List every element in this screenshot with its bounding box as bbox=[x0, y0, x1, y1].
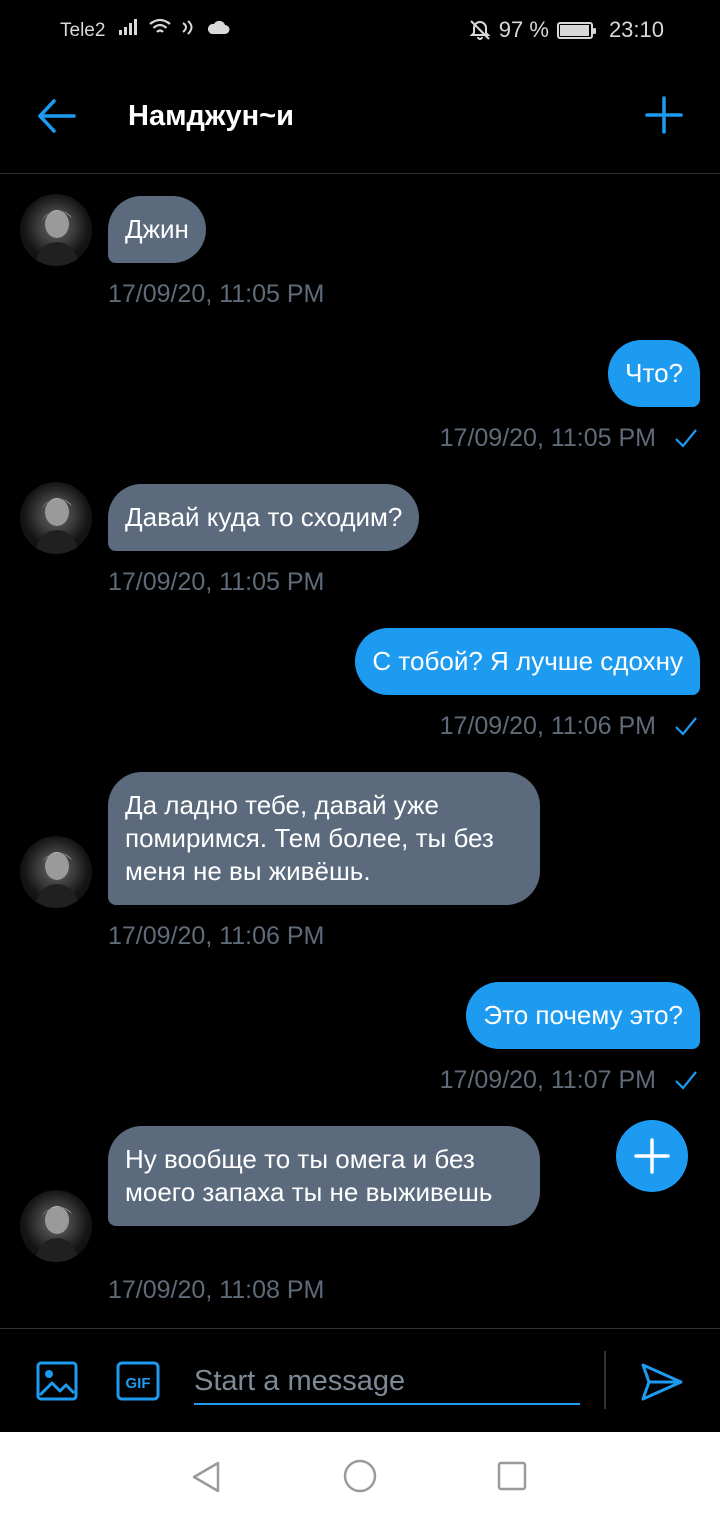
message-bubble-incoming[interactable]: Давай куда то сходим? bbox=[108, 484, 420, 551]
wifi-icon bbox=[149, 18, 171, 33]
battery-fill bbox=[559, 24, 590, 36]
avatar[interactable] bbox=[20, 836, 92, 908]
battery-percent: 97 % bbox=[498, 17, 549, 42]
message-bubble-outgoing[interactable]: С тобой? Я лучше сдохну bbox=[355, 628, 700, 695]
avatar[interactable] bbox=[20, 194, 92, 266]
message-bubble-incoming[interactable]: Ну вообще то ты омега и без моего запаха… bbox=[108, 1126, 540, 1226]
nav-back-icon[interactable] bbox=[190, 1460, 222, 1494]
message-timestamp: 17/09/20, 11:08 PM bbox=[108, 1276, 325, 1304]
status-bar: Tele2 97 % 23:10 bbox=[0, 0, 720, 62]
message-timestamp: 17/09/20, 11:06 PM bbox=[108, 922, 325, 950]
read-check-icon bbox=[675, 1071, 697, 1090]
clock: 23:10 bbox=[608, 17, 664, 42]
message-bubble-incoming[interactable]: Да ладно тебе, давай уже помиримся. Тем … bbox=[108, 772, 540, 905]
message-composer: GIF bbox=[0, 1328, 720, 1432]
cloud-icon bbox=[207, 20, 230, 34]
add-button[interactable] bbox=[644, 95, 684, 135]
avatar[interactable] bbox=[20, 482, 92, 554]
message-input[interactable] bbox=[194, 1359, 580, 1405]
carrier-name: Tele2 bbox=[60, 20, 106, 41]
status-right: 97 % 23:10 bbox=[469, 17, 664, 43]
mute-icon bbox=[469, 20, 491, 40]
arrow-left-icon bbox=[38, 99, 76, 133]
plus-icon bbox=[645, 96, 683, 134]
read-check-icon bbox=[675, 429, 697, 448]
message-timestamp: 17/09/20, 11:07 PM bbox=[439, 1066, 656, 1094]
nfc-icon bbox=[182, 20, 193, 35]
message-timestamp: 17/09/20, 11:05 PM bbox=[439, 424, 656, 452]
image-icon[interactable] bbox=[36, 1361, 78, 1401]
message-timestamp: 17/09/20, 11:05 PM bbox=[108, 280, 325, 308]
avatar-image bbox=[34, 1206, 80, 1262]
message-timestamp: 17/09/20, 11:05 PM bbox=[108, 568, 325, 596]
avatar-image bbox=[34, 210, 80, 266]
gif-button[interactable]: GIF bbox=[116, 1361, 160, 1401]
message-bubble-incoming[interactable]: Джин bbox=[108, 196, 206, 263]
nav-recents-icon[interactable] bbox=[497, 1461, 527, 1491]
conversation-title[interactable]: Намджун~и bbox=[128, 100, 294, 133]
message-timestamp: 17/09/20, 11:06 PM bbox=[439, 712, 656, 740]
back-button[interactable] bbox=[34, 96, 80, 136]
avatar-image bbox=[34, 498, 80, 554]
gif-label: GIF bbox=[126, 1375, 151, 1392]
avatar[interactable] bbox=[20, 1190, 92, 1262]
status-icons bbox=[118, 18, 230, 36]
send-icon[interactable] bbox=[640, 1361, 684, 1403]
gif-icon: GIF bbox=[116, 1361, 160, 1401]
read-check-icon bbox=[675, 717, 697, 736]
composer-divider bbox=[604, 1351, 606, 1409]
nav-home-icon[interactable] bbox=[343, 1459, 377, 1493]
message-bubble-outgoing[interactable]: Это почему это? bbox=[466, 982, 700, 1049]
conversation-header: Намджун~и bbox=[0, 62, 720, 174]
compose-fab-button[interactable] bbox=[616, 1120, 688, 1192]
plus-icon bbox=[634, 1138, 670, 1174]
system-nav-bar bbox=[0, 1432, 720, 1520]
avatar-image bbox=[34, 852, 80, 908]
message-bubble-outgoing[interactable]: Что? bbox=[608, 340, 700, 407]
signal-icon bbox=[119, 19, 137, 35]
chat-screen: Tele2 97 % 23:10 Намджун~и Джин 17/09/20… bbox=[0, 0, 720, 1520]
battery-icon bbox=[556, 21, 596, 39]
